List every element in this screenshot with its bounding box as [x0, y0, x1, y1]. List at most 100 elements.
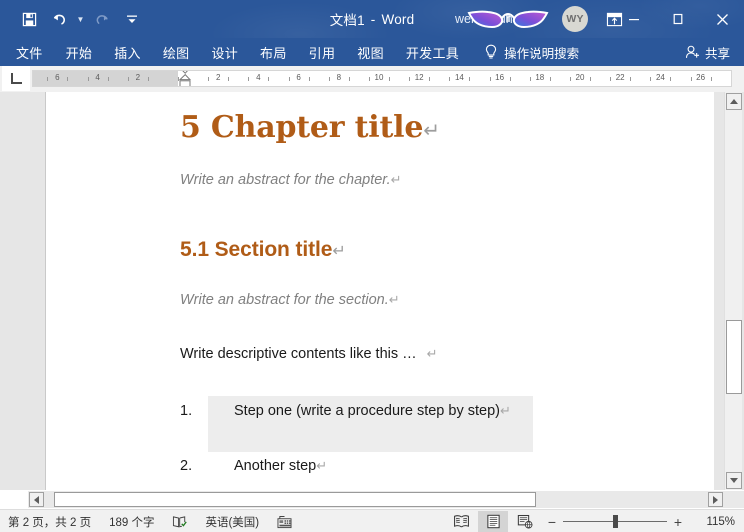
tab-draw[interactable]: 绘图: [152, 38, 201, 66]
section-heading[interactable]: 5.1 Section title↵: [180, 238, 346, 262]
vertical-scrollbar-thumb[interactable]: [726, 320, 742, 394]
language-indicator[interactable]: 英语(美国): [196, 510, 268, 532]
ruler-tick: [409, 77, 411, 81]
zoom-slider[interactable]: [563, 511, 667, 532]
horizontal-ruler[interactable]: 6 4 2 2 4 6 8 10 12 14 16 18 20 22 24 26: [32, 70, 732, 87]
ruler-number: 10: [374, 73, 384, 82]
undo-icon[interactable]: [44, 4, 74, 34]
tell-me-search[interactable]: 操作说明搜索: [484, 43, 579, 62]
list-item[interactable]: 2. Another step↵: [180, 458, 600, 478]
ruler-tick: [348, 77, 350, 81]
tell-me-label: 操作说明搜索: [504, 46, 580, 61]
ruler-number: 26: [696, 73, 706, 82]
list-item-text-wrap: Step one (write a procedure step by step…: [234, 403, 511, 419]
body-paragraph-text: Write descriptive contents like this …: [180, 346, 417, 362]
ruler-number: 6: [55, 73, 60, 82]
ruler-number: 22: [615, 73, 625, 82]
maximize-button[interactable]: [656, 0, 700, 38]
ruler-number: 2: [135, 73, 141, 82]
list-item-text: Step one (write a procedure step by step…: [234, 403, 500, 419]
ruler-number: 18: [535, 73, 545, 82]
close-button[interactable]: [700, 0, 744, 38]
zoom-out-button[interactable]: −: [541, 511, 563, 532]
view-print-layout[interactable]: [478, 511, 508, 532]
chapter-heading-text: 5 Chapter title: [180, 110, 424, 145]
pilcrow-icon: ↵: [499, 404, 511, 419]
scroll-up-button[interactable]: [726, 93, 742, 110]
body-paragraph[interactable]: Write descriptive contents like this … ↵: [180, 346, 438, 362]
ruler-tick: [509, 77, 511, 81]
tab-file[interactable]: 文件: [0, 38, 55, 66]
left-tab-stop-icon: [10, 73, 22, 84]
tab-home[interactable]: 开始: [55, 38, 104, 66]
word-count[interactable]: 189 个字: [100, 510, 163, 532]
ruler-tick: [107, 77, 109, 81]
app-name: Word: [381, 11, 415, 27]
page-indicator[interactable]: 第 2 页，共 2 页: [0, 510, 100, 532]
tab-references[interactable]: 引用: [298, 38, 347, 66]
tab-view[interactable]: 视图: [346, 38, 395, 66]
vertical-scrollbar[interactable]: [724, 92, 742, 490]
tab-layout[interactable]: 布局: [249, 38, 298, 66]
list-item-text-wrap: Another step↵: [234, 458, 327, 474]
tab-developer[interactable]: 开发工具: [395, 38, 470, 66]
tab-stop-selector[interactable]: [2, 66, 30, 91]
ruler-tick: [590, 77, 592, 81]
tab-insert[interactable]: 插入: [103, 38, 152, 66]
word-window: ▼ 文档1 - Word wentao un: [0, 0, 744, 532]
scroll-down-button[interactable]: [726, 472, 742, 489]
view-web-layout[interactable]: [510, 511, 540, 532]
ruler-number: 6: [296, 73, 301, 82]
horizontal-scrollbar-thumb[interactable]: [54, 492, 536, 507]
title-bar: ▼ 文档1 - Word wentao un: [0, 0, 744, 38]
ruler-tick: [147, 77, 149, 81]
ruler-tick: [127, 77, 129, 81]
ruler-tick: [549, 77, 551, 81]
ruler-number: 8: [336, 73, 342, 82]
tab-design[interactable]: 设计: [200, 38, 249, 66]
ruler-tick: [630, 77, 632, 81]
lightbulb-icon: [485, 44, 497, 59]
proofing-status-icon[interactable]: [163, 510, 196, 532]
ruler-tick: [47, 77, 49, 81]
pilcrow-icon: ↵: [332, 241, 346, 260]
ruler-tick: [308, 77, 310, 81]
quick-access-toolbar: ▼: [14, 0, 147, 38]
avatar[interactable]: WY: [562, 6, 588, 32]
ruler-tick: [368, 77, 370, 81]
ruler-tick: [569, 77, 571, 81]
triangle-left-icon: [34, 495, 39, 504]
scroll-right-button[interactable]: [708, 492, 723, 507]
minimize-button[interactable]: [612, 0, 656, 38]
customize-qat-icon[interactable]: [117, 4, 147, 34]
pilcrow-icon: ↵: [388, 293, 400, 308]
pilcrow-icon: ↵: [426, 347, 438, 362]
scrollbar-corner: [724, 491, 744, 508]
save-icon[interactable]: [14, 4, 44, 34]
chapter-heading[interactable]: 5 Chapter title↵: [180, 110, 440, 145]
pilcrow-icon: ↵: [390, 173, 402, 188]
zoom-level[interactable]: 115%: [695, 516, 744, 528]
ruler-tick: [288, 77, 290, 81]
section-abstract[interactable]: Write an abstract for the section.↵: [180, 292, 400, 308]
indent-markers-icon[interactable]: [178, 70, 192, 87]
zoom-control: − +: [541, 511, 695, 532]
document-page[interactable]: 5 Chapter title↵ Write an abstract for t…: [46, 92, 714, 490]
scroll-left-button[interactable]: [29, 492, 44, 507]
undo-dropdown-chevron-icon[interactable]: ▼: [74, 4, 87, 34]
chapter-abstract[interactable]: Write an abstract for the chapter.↵: [180, 172, 402, 188]
list-item-number: 1.: [180, 403, 193, 419]
view-read-mode[interactable]: [446, 511, 476, 532]
macro-recording-icon[interactable]: [268, 510, 301, 532]
ruler-number: 16: [495, 73, 505, 82]
horizontal-scrollbar[interactable]: [28, 491, 724, 508]
zoom-in-button[interactable]: +: [667, 511, 689, 532]
ruler-tick: [228, 77, 230, 81]
list-item[interactable]: 1. Step one (write a procedure step by s…: [180, 403, 600, 423]
triangle-up-icon: [730, 99, 738, 104]
zoom-slider-knob[interactable]: [613, 515, 618, 528]
ruler-number: 2: [215, 73, 221, 82]
ruler-number: 12: [414, 73, 424, 82]
ruler-number: 20: [575, 73, 585, 82]
share-button[interactable]: 共享: [685, 38, 730, 66]
